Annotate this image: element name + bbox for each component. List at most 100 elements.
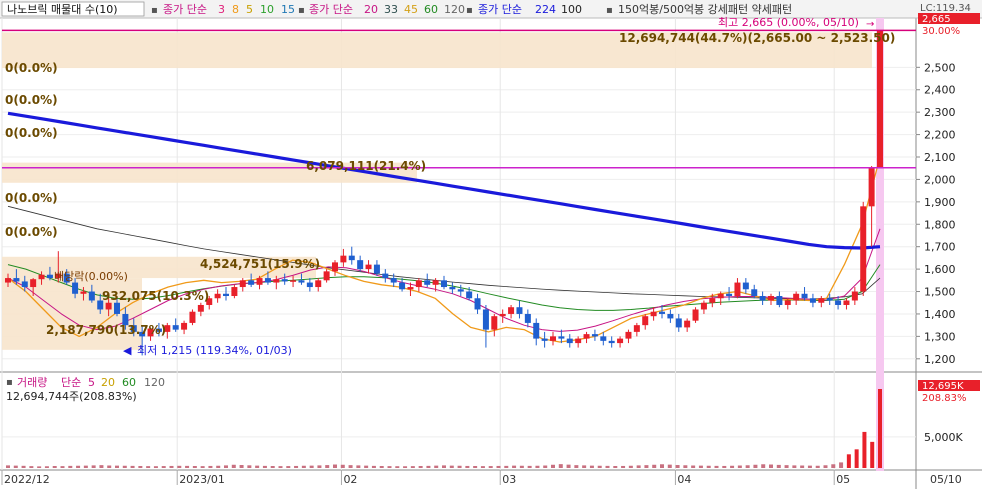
candle-body <box>868 168 875 207</box>
volume-bar <box>255 465 260 468</box>
volume-bar <box>769 464 773 468</box>
candle-body <box>617 338 624 344</box>
candle-body <box>457 289 464 292</box>
volume-bar <box>21 465 26 468</box>
date-label: 2023/01 <box>179 473 225 486</box>
candle-body <box>784 300 791 305</box>
candle-body <box>826 298 833 301</box>
volume-bar <box>551 464 555 468</box>
volume-bar <box>706 465 711 468</box>
volume-bar <box>558 464 563 468</box>
stock-title[interactable]: 나노브릭 매물대 수(10) <box>7 3 118 16</box>
dividend-label: 배당락(0.00%) <box>54 270 128 283</box>
candle-body <box>80 291 87 294</box>
volume-bar <box>387 466 392 468</box>
volume-bar <box>99 465 104 468</box>
volume-bar <box>231 464 236 468</box>
volume-bar <box>122 465 127 468</box>
volume-bar <box>480 466 485 468</box>
volume-bar <box>691 465 696 468</box>
ma224-label: 224 <box>535 3 556 16</box>
volume-bar <box>597 465 602 468</box>
price-tick-label: 2,400 <box>924 84 956 97</box>
volume-bar <box>216 465 221 468</box>
price-tick-label: 2,300 <box>924 106 956 119</box>
price-tick-label: 1,200 <box>924 353 956 366</box>
volume-bar <box>177 465 182 468</box>
candle-body <box>759 296 766 301</box>
profile-label: 4,524,751(15.9%) <box>200 257 320 271</box>
ma33-label: 33 <box>384 3 398 16</box>
volume-bar <box>91 465 96 468</box>
volume-bar <box>371 465 376 468</box>
high-annotation: 최고 2,665 (0.00%, 05/10) <box>718 16 859 29</box>
volume-bar <box>403 466 408 468</box>
price-tick-label: 2,100 <box>924 151 956 164</box>
candle-body <box>38 274 45 280</box>
candle-body <box>751 289 758 297</box>
price-legend: 나노브릭 매물대 수(10) ▪ 종가 단순 3 8 5 10 15 ▪ 종가 … <box>1 1 792 17</box>
candle-body <box>281 279 288 282</box>
ma-price-label: 종가 단순 <box>163 3 207 16</box>
candle-body <box>449 287 456 290</box>
volume-bar <box>870 441 875 468</box>
volume-bar <box>512 465 517 468</box>
volume-bar <box>792 465 797 468</box>
volume-bar <box>745 465 750 468</box>
price-tick-label: 1,700 <box>924 241 956 254</box>
candle-body <box>223 293 229 297</box>
volume-bar <box>426 465 431 468</box>
candle-body <box>256 278 263 285</box>
volume-bar <box>115 465 119 468</box>
lc-label: LC:119.34 <box>920 3 971 14</box>
volume-bar <box>161 466 166 468</box>
candle-body <box>399 282 406 290</box>
price-tick-label: 1,600 <box>924 263 956 276</box>
ma5-label: 5 <box>246 3 253 16</box>
volume-bar <box>364 465 369 468</box>
ma120-label: 120 <box>444 3 465 16</box>
candle-body <box>390 278 397 283</box>
volume-bar <box>566 464 571 468</box>
volume-bar <box>107 465 112 468</box>
candle-body <box>558 336 565 339</box>
price-tick-label: 1,900 <box>924 196 956 209</box>
candle-body <box>357 260 364 270</box>
candle-body <box>432 280 439 285</box>
volume-bar <box>418 466 423 468</box>
volume-bar <box>270 466 275 468</box>
candle-body <box>809 298 816 303</box>
candle-body <box>105 302 112 310</box>
volume-bar <box>333 464 337 468</box>
candle-body <box>407 287 414 290</box>
legend-marker-3: ▪ <box>466 5 473 16</box>
volume-tick-label: 5,000K <box>924 431 963 444</box>
volume-bar <box>379 466 384 468</box>
volume-current: 12,694,744주(208.83%) <box>6 390 137 403</box>
volume-bar <box>6 465 10 468</box>
ma10-label: 10 <box>260 3 274 16</box>
low-annotation: 최저 1,215 (119.34%, 01/03) <box>137 344 292 357</box>
volume-bar <box>442 465 446 468</box>
volume-bar <box>753 464 758 468</box>
volume-bar <box>823 465 828 468</box>
volume-bar <box>192 466 197 468</box>
candle-body <box>793 293 800 301</box>
candle-body <box>709 298 716 303</box>
candle-body <box>298 280 305 283</box>
candle-body <box>566 338 573 344</box>
zero-volume-label: 0(0.0%) <box>5 93 58 107</box>
volume-bar <box>68 465 73 468</box>
volume-bar <box>294 465 299 468</box>
date-label: 04 <box>677 473 691 486</box>
candle-body <box>365 264 372 270</box>
high-range-annotation: 12,694,744(44.7%)(2,665.00 ~ 2,523.50) <box>619 31 895 45</box>
vol-ma20-label: 20 <box>101 376 115 389</box>
candle-body <box>818 298 825 303</box>
volume-bar <box>457 465 462 468</box>
volume-bar <box>449 465 454 468</box>
volume-bar <box>301 465 306 468</box>
current-price-badge-value: 2,665 <box>922 14 951 25</box>
volume-bar <box>667 464 672 468</box>
volume-bar <box>644 465 649 468</box>
